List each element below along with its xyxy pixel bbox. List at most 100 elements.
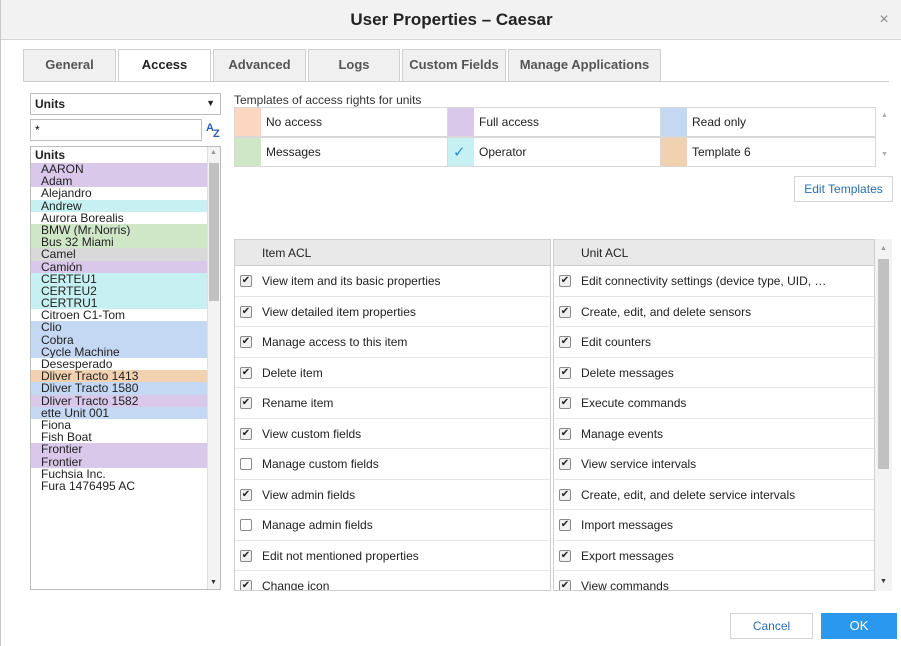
- unit-list-item[interactable]: CERTEU2: [31, 284, 208, 298]
- unit-list-item[interactable]: Fuchsia Inc.: [31, 467, 208, 480]
- unit-acl-row[interactable]: ✔ Export messages: [554, 541, 874, 571]
- checkbox[interactable]: ✔: [559, 336, 571, 348]
- checkbox[interactable]: ✔: [559, 488, 571, 501]
- template-messages[interactable]: Messages: [234, 137, 448, 167]
- scroll-down-icon[interactable]: ▼: [210, 579, 217, 586]
- unit-list-item[interactable]: Cobra: [31, 333, 208, 346]
- unit-list-item[interactable]: Fura 1476495 AC: [31, 479, 208, 493]
- unit-list-item[interactable]: Fiona: [31, 418, 208, 432]
- units-scroll-thumb[interactable]: [209, 163, 219, 301]
- item-acl-row[interactable]: Manage custom fields: [235, 449, 550, 480]
- scroll-up-icon[interactable]: ▲: [210, 149, 217, 156]
- unit-list-item[interactable]: Alejandro: [31, 187, 208, 200]
- tab-access[interactable]: Access: [118, 49, 211, 82]
- item-acl-row[interactable]: Manage admin fields: [235, 510, 550, 541]
- sort-alpha-icon[interactable]: A Z: [206, 120, 222, 140]
- checkbox[interactable]: ✔: [559, 305, 571, 318]
- close-icon[interactable]: ×: [876, 12, 892, 28]
- unit-list-item[interactable]: Frontier: [31, 443, 208, 456]
- unit-list-item[interactable]: Dliver Tracto 1413: [31, 370, 208, 383]
- item-acl-row[interactable]: ✔ View detailed item properties: [235, 297, 550, 327]
- unit-acl-row[interactable]: ✔ View commands: [554, 571, 874, 590]
- template-template-6[interactable]: Template 6: [660, 137, 876, 167]
- unit-acl-row[interactable]: ✔ Execute commands: [554, 388, 874, 419]
- checkbox[interactable]: ✔: [559, 275, 571, 287]
- checkbox[interactable]: ✔: [240, 549, 252, 562]
- tab-general[interactable]: General: [23, 49, 116, 81]
- item-type-select[interactable]: Units ▼: [30, 93, 221, 115]
- checkbox[interactable]: ✔: [559, 580, 571, 590]
- unit-list-item[interactable]: Desesperado: [31, 358, 208, 371]
- checkbox[interactable]: ✔: [240, 366, 252, 379]
- tab-advanced[interactable]: Advanced: [213, 49, 306, 81]
- scroll-down-icon[interactable]: ▼: [881, 151, 888, 158]
- template-operator[interactable]: ✓ Operator: [447, 137, 661, 167]
- unit-list-item[interactable]: Camel: [31, 248, 208, 261]
- checkbox[interactable]: [240, 458, 252, 470]
- unit-list-item[interactable]: Andrew: [31, 199, 208, 212]
- unit-list-item[interactable]: CERTEU1: [31, 272, 208, 285]
- units-scrollbar[interactable]: ▲ ▼: [207, 147, 220, 589]
- unit-list-item[interactable]: Fish Boat: [31, 431, 208, 444]
- tab-logs[interactable]: Logs: [308, 49, 400, 81]
- unit-list-item[interactable]: CERTRU1: [31, 297, 208, 310]
- acl-scroll-thumb[interactable]: [878, 259, 889, 469]
- item-acl-row[interactable]: ✔ Delete item: [235, 358, 550, 388]
- item-acl-row[interactable]: ✔ View admin fields: [235, 480, 550, 510]
- item-acl-row[interactable]: ✔ Change icon: [235, 571, 550, 590]
- scroll-up-icon[interactable]: ▲: [881, 112, 888, 119]
- cancel-button[interactable]: Cancel: [730, 613, 813, 639]
- unit-acl-row[interactable]: ✔ Import messages: [554, 510, 874, 541]
- unit-list-item[interactable]: ette Unit 001: [31, 406, 208, 419]
- edit-templates-button[interactable]: Edit Templates: [794, 176, 893, 202]
- item-acl-row[interactable]: ✔ Manage access to this item: [235, 327, 550, 358]
- checkbox[interactable]: ✔: [559, 519, 571, 531]
- checkbox[interactable]: ✔: [240, 336, 252, 348]
- template-full-access[interactable]: Full access: [447, 107, 661, 137]
- title-bar[interactable]: User Properties – Caesar ×: [1, 0, 901, 40]
- unit-list-item[interactable]: Dliver Tracto 1582: [31, 394, 208, 407]
- checkbox[interactable]: ✔: [240, 397, 252, 409]
- tab-custom-fields[interactable]: Custom Fields: [402, 49, 506, 81]
- ok-button[interactable]: OK: [821, 613, 897, 639]
- unit-acl-row[interactable]: ✔ Delete messages: [554, 358, 874, 388]
- checkbox[interactable]: [240, 519, 252, 531]
- unit-list-item[interactable]: BMW (Mr.Norris): [31, 223, 208, 237]
- unit-acl-row[interactable]: ✔ Edit counters: [554, 327, 874, 358]
- unit-list-item[interactable]: Bus 32 Miami: [31, 236, 208, 249]
- unit-list-item[interactable]: Camión: [31, 260, 208, 273]
- unit-acl-row[interactable]: ✔ Create, edit, and delete service interv…: [554, 480, 874, 510]
- tab-manage-applications[interactable]: Manage Applications: [508, 49, 661, 81]
- item-acl-row[interactable]: ✔ Rename item: [235, 388, 550, 419]
- unit-filter-input[interactable]: [30, 119, 202, 141]
- templates-scrollbar[interactable]: ▲ ▼: [878, 107, 892, 167]
- unit-acl-row[interactable]: ✔ Manage events: [554, 419, 874, 449]
- unit-list-item[interactable]: Cycle Machine: [31, 345, 208, 358]
- template-no-access[interactable]: No access: [234, 107, 448, 137]
- acl-scrollbar[interactable]: ▲ ▼: [875, 239, 892, 591]
- scroll-down-icon[interactable]: ▼: [880, 578, 887, 585]
- unit-list-item[interactable]: Citroen C1-Tom: [31, 309, 208, 322]
- unit-acl-row[interactable]: ✔ View service intervals: [554, 449, 874, 480]
- item-acl-row[interactable]: ✔ View custom fields: [235, 419, 550, 449]
- unit-list-item[interactable]: Dliver Tracto 1580: [31, 382, 208, 395]
- checkbox[interactable]: ✔: [559, 366, 571, 379]
- checkbox[interactable]: ✔: [240, 580, 252, 590]
- checkbox[interactable]: ✔: [240, 275, 252, 287]
- unit-list-item[interactable]: Clio: [31, 321, 208, 334]
- template-read-only[interactable]: Read only: [660, 107, 876, 137]
- unit-list-item[interactable]: AARON: [31, 163, 208, 176]
- checkbox[interactable]: ✔: [559, 458, 571, 470]
- checkbox[interactable]: ✔: [559, 549, 571, 562]
- item-acl-row[interactable]: ✔ Edit not mentioned properties: [235, 541, 550, 571]
- checkbox[interactable]: ✔: [240, 305, 252, 318]
- unit-list-item[interactable]: Aurora Borealis: [31, 211, 208, 224]
- checkbox[interactable]: ✔: [240, 488, 252, 501]
- unit-acl-row[interactable]: ✔ Create, edit, and delete sensors: [554, 297, 874, 327]
- unit-acl-row[interactable]: ✔ Edit connectivity settings (device type…: [554, 266, 874, 297]
- checkbox[interactable]: ✔: [240, 427, 252, 440]
- scroll-up-icon[interactable]: ▲: [880, 245, 887, 252]
- checkbox[interactable]: ✔: [559, 427, 571, 440]
- unit-list-item[interactable]: Frontier: [31, 455, 208, 468]
- checkbox[interactable]: ✔: [559, 397, 571, 409]
